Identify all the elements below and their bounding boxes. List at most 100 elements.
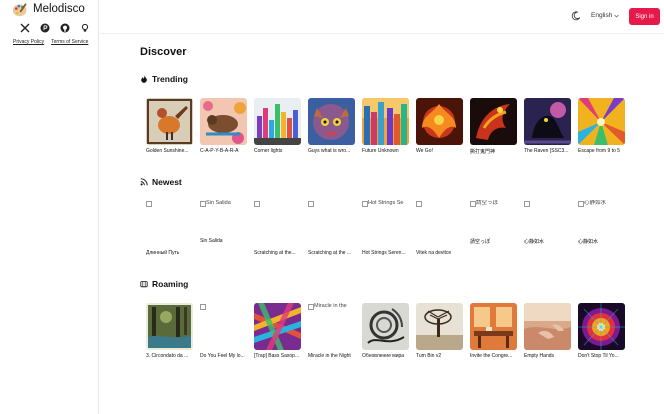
song-cover [146,98,193,145]
song-cover [200,98,247,145]
song-card[interactable]: Sin Salida Sin Salida [200,200,247,256]
page-title: Discover [140,46,187,58]
song-title: C-A-P-Y-B-A-R-A [200,148,239,154]
terms-of-service-link[interactable]: Terms of Service [51,39,88,45]
song-title: 3. Circondato da ... [146,353,189,359]
broken-image-icon [416,201,422,207]
section-title-text: Trending [152,74,188,84]
song-card[interactable]: Escape from 9 to 5 [578,98,625,155]
song-card[interactable]: Guys what is wro... [308,98,355,155]
song-cover-broken [308,200,355,247]
language-select[interactable]: English [591,12,620,19]
song-card[interactable]: Invite the Congre... [470,303,517,359]
privacy-policy-link[interactable]: Privacy Policy [13,39,44,45]
broken-image-icon [308,201,314,207]
song-card[interactable]: Golden Sunshine... [146,98,193,155]
app-name: Melodisco [33,3,85,15]
song-card[interactable]: 請空っぽ 請空っぽ [470,200,517,256]
song-title: Guys what is wro... [308,148,351,154]
song-card[interactable]: 3. Circondato da ... [146,303,193,359]
song-cover-broken: 心静如水 [578,200,625,247]
section-title-text: Newest [152,177,182,187]
sidebar: Melodisco Privacy Policy Terms of Servic… [0,0,99,414]
song-title: Golden Sunshine... [146,148,189,154]
song-card[interactable]: Hot Strings Se Hot Strings Seren... [362,200,409,256]
song-cover-broken [524,200,571,247]
song-title: The Raven [SSC3... [524,148,569,154]
song-title: Escape from 9 to 5 [578,148,620,154]
map-icon [140,281,148,288]
song-card[interactable]: [Trap] Bass Saxop... [254,303,301,359]
song-title: Corner lights [254,148,283,154]
song-card[interactable]: Don't Stop Til Yo... [578,303,625,359]
trending-row: Golden Sunshine... C-A-P-Y-B-A-R-A Corne… [146,98,625,155]
song-title: Do You Feel My lo... [200,353,245,359]
moon-icon[interactable] [571,11,581,21]
song-cover-broken: 請空っぽ [470,200,517,247]
song-card[interactable]: We Go! [416,98,463,155]
song-title: [Trap] Bass Saxop... [254,353,300,359]
sign-in-button[interactable]: Sign in [629,8,660,25]
song-title: Empty Hands [524,353,555,359]
song-card[interactable]: Обновление мира [362,303,409,359]
product-hunt-icon[interactable] [39,22,50,33]
song-cover [146,303,193,350]
song-card[interactable]: Vitek na devitce [416,200,463,256]
song-title: Длинный Путь [146,250,180,256]
song-cover-broken [146,200,193,247]
roaming-row: 3. Circondato da ... Do You Feel My lo..… [146,303,625,359]
song-title: Miracle in the Night [308,353,351,359]
song-cover [416,98,463,145]
palette-logo-icon [12,2,27,16]
song-card[interactable]: Do You Feel My lo... [200,303,247,359]
song-title: Invite the Congre... [470,353,513,359]
song-card[interactable]: Corner lights [254,98,301,155]
brand[interactable]: Melodisco [12,0,85,18]
song-title: Обновление мира [362,353,405,359]
broken-image-icon [524,201,530,207]
song-cover-broken [416,200,463,247]
chevron-down-icon [614,14,620,17]
song-card[interactable]: 心静如水 [524,200,571,256]
song-card[interactable]: Tum Bin v2 [416,303,463,359]
song-cover [578,98,625,145]
song-card[interactable]: Future Unknown [362,98,409,155]
song-card[interactable]: Длинный Путь [146,200,193,256]
song-cover [254,98,301,145]
song-cover [254,303,301,350]
github-icon[interactable] [59,22,70,33]
flame-icon [141,75,147,83]
section-newest-title: Newest [140,177,182,187]
song-title: Don't Stop Til Yo... [578,353,619,359]
song-card[interactable]: Miracle in the Miracle in the Night [308,303,355,359]
song-card[interactable]: C-A-P-Y-B-A-R-A [200,98,247,155]
top-bar: English Sign in [100,0,664,34]
song-title: 撕打鬼門神 [470,149,496,155]
song-cover [416,303,463,350]
song-card[interactable]: 心静如水 心静如水 [578,200,625,256]
song-cover [362,98,409,145]
newest-row: Длинный Путь Sin Salida Sin Salida Scrat… [146,200,625,256]
song-card[interactable]: Scratching at the ... [308,200,355,256]
song-title: Scratching at the ... [308,250,352,256]
legal-links: Privacy Policy Terms of Service [13,39,88,45]
song-title: We Go! [416,148,433,154]
section-roaming-title: Roaming [140,279,188,289]
section-title-text: Roaming [152,279,189,289]
song-cover-broken: Hot Strings Se [362,200,409,247]
song-card[interactable]: The Raven [SSC3... [524,98,571,155]
rss-icon [140,178,148,186]
language-label: English [591,12,613,19]
song-title: Tum Bin v2 [416,353,442,359]
song-cover [578,303,625,350]
x-icon[interactable] [19,22,30,33]
song-card[interactable]: Scratching at the... [254,200,301,256]
song-card[interactable]: Empty Hands [524,303,571,359]
song-card[interactable]: 撕打鬼門神 [470,98,517,155]
song-title: Future Unknown [362,148,399,154]
song-title: Hot Strings Seren... [362,250,406,256]
song-cover [524,303,571,350]
bulb-icon[interactable] [79,22,90,33]
song-cover-broken [200,303,247,350]
song-cover [470,303,517,350]
